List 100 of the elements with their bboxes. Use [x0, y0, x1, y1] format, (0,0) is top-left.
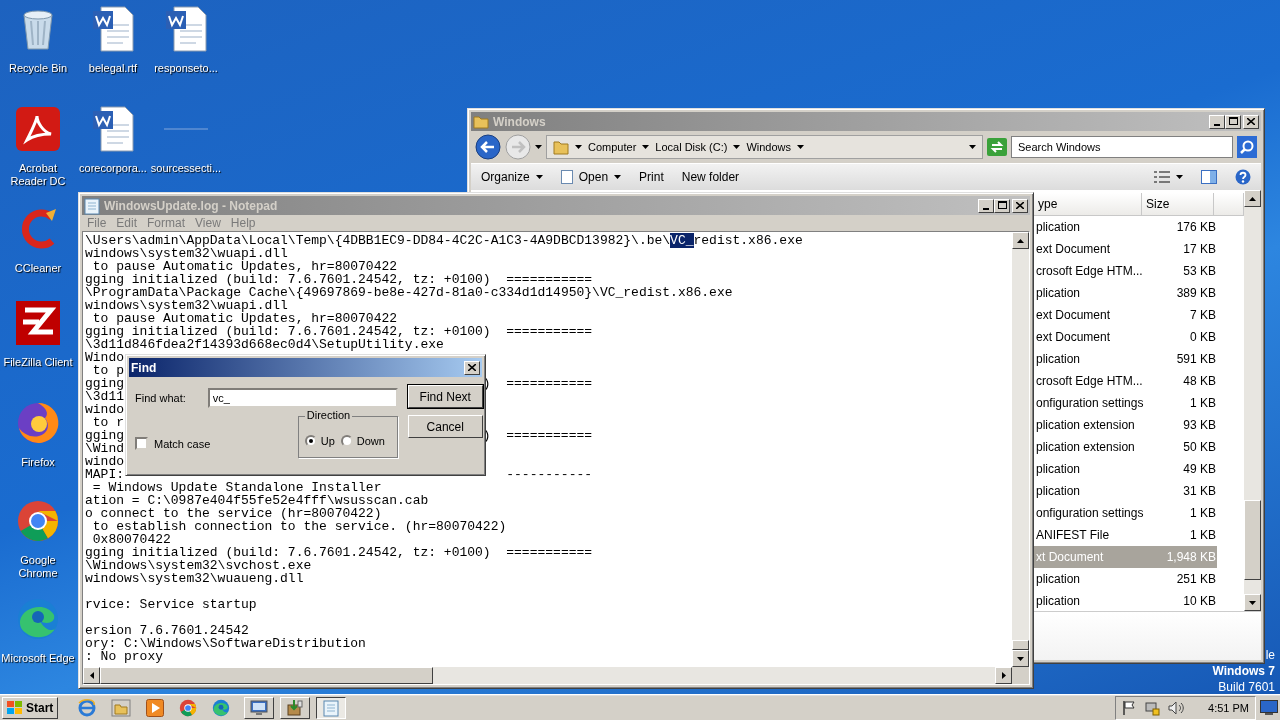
breadcrumb-item[interactable]: Windows [746, 141, 792, 153]
file-row[interactable]: plication 10 KB [1034, 590, 1217, 611]
icon-label[interactable]: Microsoft Edge [1, 652, 75, 665]
maximize-button[interactable] [1225, 114, 1241, 129]
match-case-checkbox[interactable]: Match case [135, 437, 211, 458]
icon-label[interactable]: belegal.rtf [88, 62, 138, 75]
close-button[interactable] [464, 360, 480, 375]
scroll-down-button[interactable] [1244, 594, 1261, 611]
group-label: Direction [304, 409, 353, 421]
file-row[interactable]: ext Document 0 KB [1034, 326, 1217, 348]
scroll-down-button[interactable] [1012, 650, 1029, 667]
file-row[interactable]: ext Document 17 KB [1034, 238, 1217, 260]
file-row[interactable]: plication 176 KB [1034, 216, 1217, 238]
scroll-thumb[interactable] [1244, 500, 1261, 580]
toolbar-button[interactable]: New folder [681, 170, 740, 184]
icon-label[interactable]: sourcessecti... [150, 162, 222, 175]
icon-label[interactable]: responseto... [154, 62, 218, 75]
media-player-icon [146, 698, 165, 717]
icon-label[interactable]: Recycle Bin [8, 62, 68, 75]
find-next-button[interactable]: Find Next [407, 385, 483, 408]
file-row[interactable]: plication extension 50 KB [1034, 436, 1217, 458]
file-row[interactable]: plication 389 KB [1034, 282, 1217, 304]
close-button[interactable] [1243, 114, 1259, 129]
file-row[interactable]: plication 31 KB [1034, 480, 1217, 502]
vertical-scrollbar[interactable] [1012, 232, 1029, 667]
vertical-scrollbar[interactable] [1244, 190, 1261, 611]
taskbar-button[interactable] [146, 698, 165, 717]
log-line: Windo [85, 350, 124, 365]
flag-icon[interactable] [1122, 699, 1137, 716]
log-line: \Wind [85, 441, 124, 456]
minimize-icon [983, 207, 989, 210]
log-line: to establish connection to the service. (hr=80070422) [91, 519, 507, 534]
icon-label[interactable]: Acrobat Reader DC [7, 162, 69, 188]
back-button[interactable] [475, 134, 501, 160]
minimize-button[interactable] [1209, 114, 1225, 129]
table-cell-text: 1 KB [1189, 528, 1216, 542]
file-row[interactable]: onfiguration settings 1 KB [1034, 392, 1217, 414]
toolbar-button[interactable]: Organize [481, 170, 543, 184]
clock[interactable]: 4:51 PM [1208, 701, 1249, 714]
minimize-icon [1214, 123, 1220, 126]
search-field[interactable]: Search Windows [1011, 136, 1233, 158]
breadcrumb-item[interactable]: Computer [588, 141, 637, 153]
scroll-thumb[interactable] [100, 667, 433, 684]
table-cell-text: 251 KB [1175, 572, 1216, 586]
icon-label[interactable]: corecorpora... [79, 162, 147, 175]
radio-button[interactable]: Up [304, 435, 335, 447]
start-button[interactable]: Start [2, 696, 59, 719]
speaker-icon[interactable] [1168, 699, 1187, 716]
file-row[interactable]: plication 591 KB [1034, 348, 1217, 370]
minimize-button[interactable] [978, 198, 994, 213]
browser-icon [15, 400, 61, 446]
table-cell-text: 1 KB [1189, 506, 1216, 520]
scroll-up-button[interactable] [1244, 190, 1261, 207]
maximize-button[interactable] [994, 198, 1010, 213]
table-cell-text: 53 KB [1182, 264, 1216, 278]
toolbar-button[interactable]: Print [639, 170, 664, 184]
notepad-icon [323, 698, 340, 717]
cancel-button[interactable]: Cancel [407, 415, 483, 438]
search-button[interactable] [1237, 136, 1257, 158]
toolbar-button[interactable]: Open [560, 170, 622, 184]
icon-label[interactable]: Google Chrome [7, 554, 69, 580]
icon-label[interactable]: CCleaner [14, 262, 62, 275]
log-line: to pause Automatic Updates, hr=80070422 [92, 259, 398, 274]
address-bar[interactable]: Computer Local Disk (C:) Windows [546, 135, 983, 159]
file-row[interactable]: onfiguration settings 1 KB [1034, 502, 1217, 524]
scroll-right-button[interactable] [995, 667, 1012, 684]
list-view-icon [1154, 171, 1170, 183]
network-icon[interactable] [1144, 699, 1161, 716]
file-row[interactable]: crosoft Edge HTM... 53 KB [1034, 260, 1217, 282]
document-icon [164, 5, 208, 53]
file-row[interactable]: plication 251 KB [1034, 568, 1217, 590]
icon-label[interactable]: Firefox [21, 456, 55, 469]
scroll-up-button[interactable] [1012, 232, 1029, 249]
close-button[interactable] [1012, 198, 1028, 213]
show-desktop-icon[interactable] [1260, 699, 1278, 716]
file-row[interactable]: plication 49 KB [1034, 458, 1217, 480]
radio-button[interactable]: Down [340, 435, 385, 447]
file-row[interactable]: plication extension 93 KB [1034, 414, 1217, 436]
scroll-thumb[interactable] [1012, 640, 1029, 650]
find-what-field[interactable]: vc_ [207, 388, 398, 408]
help-button[interactable] [1235, 169, 1251, 185]
icon-label[interactable]: FileZilla Client [3, 356, 73, 369]
log-line: \ProgramData\Package Cache\{49697869-be8e-427d-81a0-c334d1d14950}\VC_redist.x86.exe [85, 285, 733, 300]
up-arrow-icon [1017, 238, 1024, 243]
file-row[interactable]: ext Document 7 KB [1034, 304, 1217, 326]
down-arrow-icon [1017, 656, 1024, 661]
refresh-icon[interactable] [987, 138, 1007, 156]
breadcrumb-item[interactable]: Local Disk (C:) [655, 141, 728, 153]
table-cell-text: 1,948 KB [1165, 550, 1216, 564]
scroll-left-button[interactable] [83, 667, 100, 684]
horizontal-scrollbar[interactable] [83, 667, 1012, 684]
log-line: 0x80070422 [91, 532, 171, 547]
preview-pane-button[interactable] [1201, 170, 1217, 184]
log-line: : No proxy [85, 649, 163, 664]
file-row[interactable]: crosoft Edge HTM... 48 KB [1034, 370, 1217, 392]
taskbar-button[interactable] [316, 696, 347, 719]
help-icon [1235, 169, 1251, 185]
file-row[interactable]: ANIFEST File 1 KB [1034, 524, 1217, 546]
column-header[interactable]: Size [1142, 193, 1214, 215]
view-button[interactable] [1154, 171, 1183, 183]
